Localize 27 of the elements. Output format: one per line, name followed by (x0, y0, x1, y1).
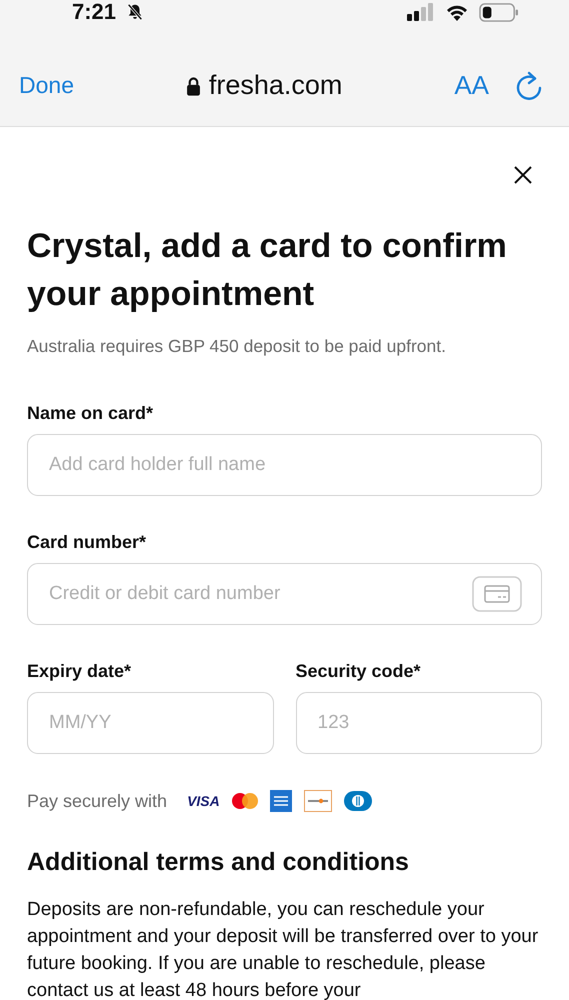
wifi-icon (445, 3, 469, 21)
pay-securely-text: Pay securely with (27, 790, 168, 812)
terms-text: Deposits are non-refundable, you can reschedule your appointment and your deposit will be transferred over to your future booking. If you are unable to reschedule, please contact us at least 48 hours before your (27, 898, 540, 1000)
terms-heading: Additional terms and conditions (27, 848, 410, 877)
status-time: 7:21 (72, 0, 116, 25)
deposit-note: Australia requires GBP 450 deposit to be paid upfront. (27, 336, 447, 357)
battery-icon (479, 2, 519, 22)
diners-icon (344, 791, 372, 811)
input-field[interactable]: 123 (296, 692, 542, 754)
text-size-button[interactable]: AA (454, 70, 489, 101)
url-text[interactable]: fresha.com (208, 70, 342, 101)
field-label: Card number* (27, 532, 148, 553)
visa-logo: VISA (187, 793, 220, 809)
input-field[interactable]: Add card holder full name (27, 434, 542, 496)
input-field[interactable]: MM/YY (27, 692, 274, 754)
field-label: Security code* (296, 661, 422, 682)
close-icon[interactable] (513, 165, 533, 185)
mastercard-icon (232, 793, 258, 809)
lock-icon (186, 76, 201, 96)
dialog-title: Crystal, add a card to confirm your appointment (27, 226, 508, 315)
credit-card-icon (472, 576, 522, 612)
signal-icon (407, 3, 435, 21)
card-number-field[interactable]: Credit or debit card number (27, 563, 542, 625)
field-label: Expiry date* (27, 661, 132, 682)
reload-icon[interactable] (515, 70, 543, 100)
done-button[interactable]: Done (19, 72, 74, 99)
field-label: Name on card* (27, 403, 154, 424)
